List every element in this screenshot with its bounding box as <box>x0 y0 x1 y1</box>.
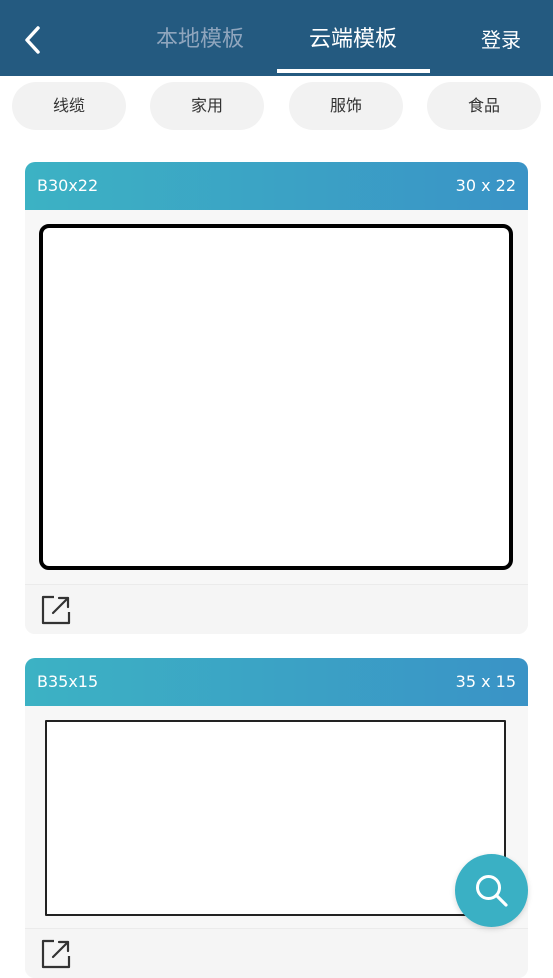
template-card-footer <box>25 928 528 978</box>
template-size: 30 x 22 <box>455 176 516 195</box>
back-button[interactable] <box>18 20 54 60</box>
template-name: B35x15 <box>37 672 99 691</box>
template-preview[interactable] <box>25 210 528 584</box>
template-size: 35 x 15 <box>455 672 516 691</box>
share-button[interactable] <box>39 937 73 971</box>
template-card-header: B30x22 30 x 22 <box>25 162 528 210</box>
label-outline <box>45 720 506 916</box>
active-tab-indicator <box>277 69 430 73</box>
category-chip-cable[interactable]: 线缆 <box>12 82 126 130</box>
template-card[interactable]: B30x22 30 x 22 <box>25 162 528 634</box>
category-chip-household[interactable]: 家用 <box>150 82 264 130</box>
share-external-icon <box>41 939 71 969</box>
template-card-footer <box>25 584 528 634</box>
search-icon <box>476 875 508 907</box>
chevron-left-icon <box>25 26 40 54</box>
category-chip-food[interactable]: 食品 <box>427 82 541 130</box>
tab-cloud-templates[interactable]: 云端模板 <box>278 24 428 56</box>
template-preview[interactable] <box>25 706 528 928</box>
template-name: B30x22 <box>37 176 99 195</box>
category-chip-apparel[interactable]: 服饰 <box>289 82 403 130</box>
top-bar: 本地模板 云端模板 登录 <box>0 0 553 76</box>
share-external-icon <box>41 595 71 625</box>
tab-local-templates[interactable]: 本地模板 <box>140 24 260 56</box>
label-outline <box>39 224 513 570</box>
login-button[interactable]: 登录 <box>470 24 532 56</box>
template-card[interactable]: B35x15 35 x 15 <box>25 658 528 978</box>
search-fab-button[interactable] <box>455 854 528 927</box>
template-card-header: B35x15 35 x 15 <box>25 658 528 706</box>
share-button[interactable] <box>39 593 73 627</box>
